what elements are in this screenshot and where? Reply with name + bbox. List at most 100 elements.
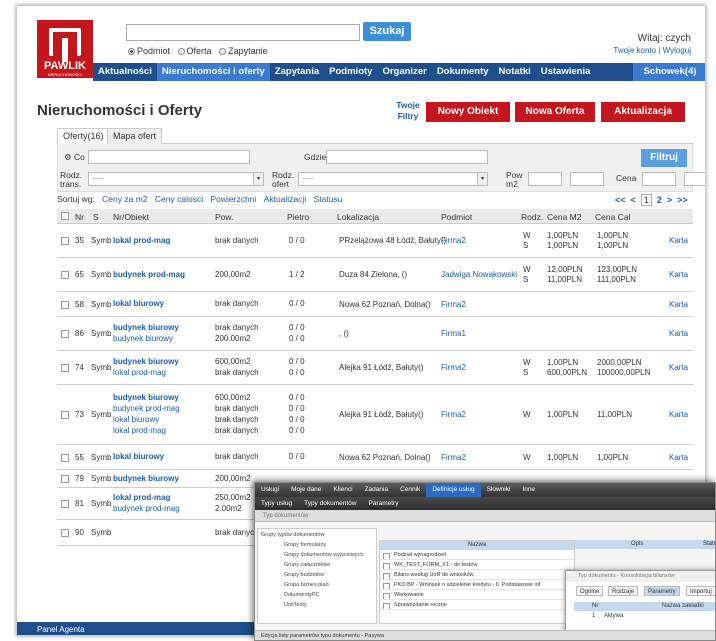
table-row[interactable]: 86 Symb budynek biurowy budynek biurowy brak… <box>57 317 693 351</box>
col-obiekt[interactable]: Nr/Obiekt <box>113 212 149 222</box>
row-checkbox[interactable] <box>61 364 69 372</box>
row-object-link[interactable]: lokal prod-mag <box>113 368 166 378</box>
row-object-link[interactable]: lokal biurowy <box>113 452 164 462</box>
row-object-link[interactable]: lokal biurowy <box>113 415 159 425</box>
row-object-link[interactable]: budynek prod-mag <box>113 270 185 280</box>
sort-aktualizacja[interactable]: Aktualizacji <box>264 194 307 204</box>
filter-rodz-trans-select[interactable]: ----- ▾ <box>88 172 264 186</box>
row-podmiot-link[interactable]: Firma2 <box>441 410 466 420</box>
radio-zapytanie[interactable]: Zapytanie <box>219 46 268 56</box>
nav-podmioty[interactable]: Podmioty <box>324 63 377 81</box>
row-checkbox[interactable] <box>61 300 69 309</box>
sort-powierzchnia[interactable]: Powierzchni <box>210 194 256 204</box>
filtruj-button[interactable]: Filtruj <box>641 149 687 167</box>
row-karta-link[interactable]: Karta <box>669 410 688 420</box>
overlay-toolbar-item[interactable]: Cennik <box>394 483 426 497</box>
nav-notatki[interactable]: Notatki <box>494 63 536 81</box>
overlay-subtoolbar-item[interactable]: Parametry <box>362 497 404 510</box>
dialog-col-name[interactable]: Nazwa zakładki <box>662 602 704 611</box>
col-rodz[interactable]: Rodz. <box>521 212 543 222</box>
pager-last-icon[interactable]: >> <box>677 195 688 205</box>
col-nr[interactable]: Nr <box>75 212 84 222</box>
overlay-tree-item[interactable]: Grupy dokumentów wyjściowych <box>284 552 363 558</box>
filter-gdzie-input[interactable] <box>326 150 488 164</box>
nav-nieruchomosci[interactable]: Nieruchomości i oferty <box>156 63 270 81</box>
search-button[interactable]: Szukaj <box>363 22 411 41</box>
row-checkbox[interactable] <box>61 271 69 279</box>
row-object-link[interactable]: lokal prod-mag <box>113 426 166 436</box>
col-cena-m2[interactable]: Cena M2 <box>547 212 582 222</box>
filter-pow-from[interactable] <box>528 172 562 186</box>
nav-zapytania[interactable]: Zapytania <box>270 63 324 81</box>
sort-status[interactable]: Statusu <box>314 194 343 204</box>
row-karta-link[interactable]: Karta <box>669 453 688 463</box>
search-input[interactable] <box>126 24 360 41</box>
row-karta-link[interactable]: Karta <box>669 300 688 310</box>
overlay-tree-item[interactable]: Grupy formularzy <box>284 542 326 548</box>
overlay-tree-item[interactable]: UnitTesty <box>284 602 307 608</box>
row-object-link[interactable]: budynek prod-mag <box>113 504 180 514</box>
table-row[interactable]: 73 Symb budynek biurowy budynek prod-mag lok… <box>57 385 693 445</box>
overlay-table-row[interactable]: WK_TEST_FORM_X1 - do testów <box>380 561 574 570</box>
col-podmiot[interactable]: Podmiot <box>441 212 472 222</box>
col-pietro[interactable]: Pietro <box>287 212 309 222</box>
row-checkbox[interactable] <box>61 411 69 419</box>
row-checkbox[interactable] <box>61 500 69 508</box>
pawlik-logo[interactable]: PAWLIK NIERUCHOMOŚCI <box>37 20 93 78</box>
twoje-filtry-link[interactable]: Twoje Filtry <box>394 100 422 122</box>
overlay-toolbar-item[interactable]: Inne <box>516 483 541 497</box>
table-row[interactable]: 58 Symb lokal biurowy brak danych 0 / 0 Nowa … <box>57 292 693 317</box>
filter-pow-to[interactable] <box>570 172 604 186</box>
overlay-col-opis[interactable]: Opis <box>631 540 643 549</box>
dialog-col-nr[interactable]: Nr <box>592 602 598 611</box>
pager-prev-icon[interactable]: < <box>631 195 636 205</box>
overlay-table-row[interactable]: Wiekowanie <box>380 591 574 600</box>
col-s[interactable]: S <box>93 212 99 222</box>
overlay-tree-item[interactable]: Grupa biznes plan <box>284 582 329 588</box>
new-offer-button[interactable]: Nowa Oferta <box>515 102 595 122</box>
sort-cena-m2[interactable]: Ceny za m2 <box>102 194 147 204</box>
logout-link[interactable]: Wyloguj <box>663 46 691 55</box>
row-podmiot-link[interactable]: Firma2 <box>441 300 466 310</box>
row-object-link[interactable]: budynek biurowy <box>113 393 179 403</box>
overlay-col-status[interactable]: Statu <box>703 540 715 549</box>
row-object-link[interactable]: budynek biurowy <box>113 474 179 484</box>
new-object-button[interactable]: Nowy Obiekt <box>426 102 510 122</box>
row-podmiot-link[interactable]: Firma2 <box>441 236 466 246</box>
row-object-link[interactable]: lokal prod-mag <box>113 236 170 246</box>
dialog-tab-ogolne[interactable]: Ogólne <box>576 586 604 596</box>
row-object-link[interactable]: budynek prod-mag <box>113 404 180 414</box>
overlay-toolbar-item[interactable]: Słowniki <box>481 483 517 497</box>
update-button[interactable]: Aktualizacja <box>601 102 685 122</box>
nav-schowek[interactable]: Schowek(4) <box>633 63 705 81</box>
nav-dokumenty[interactable]: Dokumenty <box>432 63 494 81</box>
tab-mapa[interactable]: Mapa ofert <box>107 128 163 144</box>
filter-cena-from[interactable] <box>642 172 676 186</box>
table-row[interactable]: 55 Symb lokal biurowy brak danych 0 / 0 Nowa … <box>57 445 693 470</box>
row-object-link[interactable]: budynek biurowy <box>113 334 173 344</box>
overlay-tree-item[interactable]: Grupy typów dokumentów <box>261 532 325 538</box>
row-checkbox[interactable] <box>61 529 69 537</box>
pager-first-icon[interactable]: << <box>615 195 626 205</box>
nav-aktualnosci[interactable]: Aktualności <box>93 63 157 81</box>
overlay-table-row[interactable]: Bilans według UoR do wniosków <box>380 571 574 580</box>
pager-next-icon[interactable]: > <box>667 195 672 205</box>
row-object-link[interactable]: budynek biurowy <box>113 357 179 367</box>
overlay-tree-item[interactable]: DokumentyPC <box>284 592 319 598</box>
row-podmiot-link[interactable]: Firma1 <box>441 329 466 339</box>
overlay-col-nazwa[interactable]: Nazwa <box>380 541 574 550</box>
overlay-table-row[interactable]: Sprawozdanie roczne <box>380 601 574 610</box>
table-row[interactable]: 35 Symb lokal prod-mag brak danych 0 / 0 PRze… <box>57 224 693 258</box>
sort-cena-calosci[interactable]: Ceny calosci <box>155 194 203 204</box>
overlay-table-row[interactable]: PKO BP - Wniosek o udzielenie kredytu - … <box>380 581 574 590</box>
row-karta-link[interactable]: Karta <box>669 270 688 280</box>
select-all-checkbox[interactable] <box>61 212 69 220</box>
row-object-link[interactable]: lokal prod-mag <box>113 493 170 503</box>
row-karta-link[interactable]: Karta <box>669 329 688 339</box>
pager-page-2[interactable]: 2 <box>657 195 662 205</box>
overlay-table-row[interactable]: Podział wynagrodzeń <box>380 551 574 560</box>
overlay-toolbar-item[interactable]: Moje dane <box>285 483 327 497</box>
tab-oferty[interactable]: Oferty(16) <box>57 128 110 145</box>
row-checkbox[interactable] <box>61 237 69 245</box>
row-podmiot-link[interactable]: Firma2 <box>441 363 466 373</box>
